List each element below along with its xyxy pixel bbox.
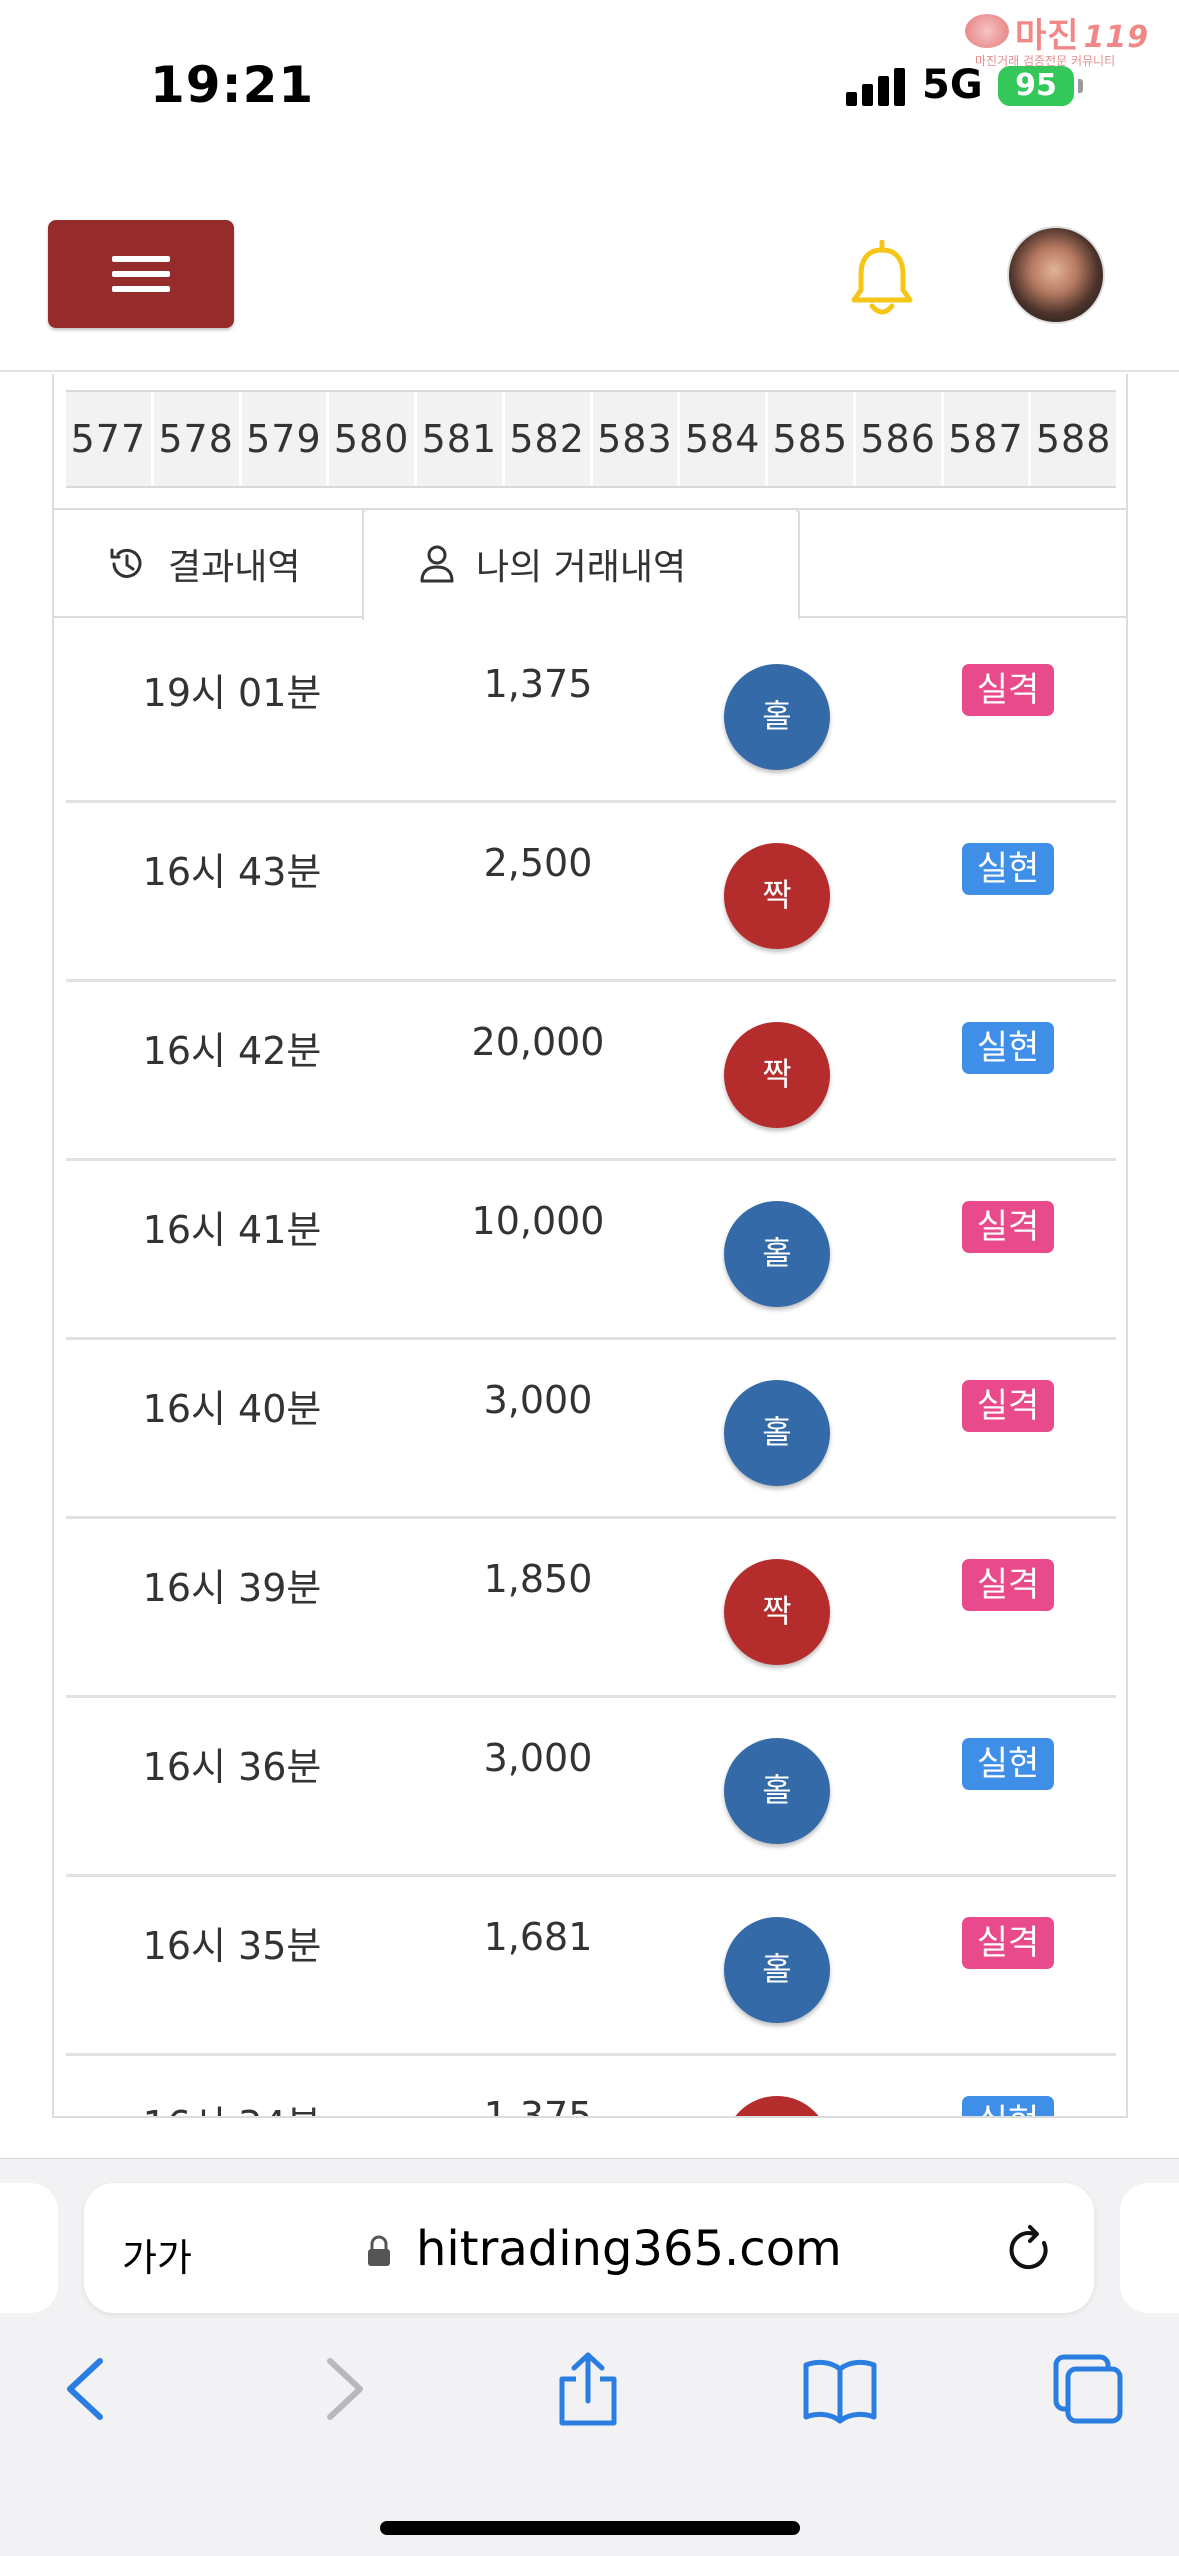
trade-amount: 1,375 bbox=[483, 662, 593, 706]
reload-icon[interactable] bbox=[1004, 2223, 1056, 2279]
result-badge: 실격 bbox=[962, 1201, 1054, 1253]
previous-tab-preview[interactable] bbox=[0, 2183, 58, 2313]
round-number[interactable]: 581 bbox=[417, 392, 505, 486]
pick-ball: 짝 bbox=[724, 1559, 830, 1665]
watermark-emblem-icon bbox=[965, 14, 1009, 48]
round-number[interactable]: 577 bbox=[66, 392, 154, 486]
watermark-logo: 마진 119 마진거래 검증전문 커뮤니티 bbox=[935, 8, 1170, 70]
trade-row: 16시 42분 20,000 짝 실현 bbox=[66, 982, 1116, 1161]
trade-amount: 20,000 bbox=[471, 1020, 605, 1064]
trade-row: 16시 39분 1,850 짝 실격 bbox=[66, 1519, 1116, 1698]
trade-row: 16시 40분 3,000 홀 실격 bbox=[66, 1340, 1116, 1519]
result-badge: 실격 bbox=[962, 1380, 1054, 1432]
url-text[interactable]: hitrading365.com bbox=[416, 2221, 842, 2277]
battery-icon: 95 bbox=[998, 66, 1074, 106]
trade-time: 16시 36분 bbox=[142, 1745, 322, 1789]
back-icon[interactable] bbox=[48, 2349, 128, 2429]
round-number[interactable]: 586 bbox=[856, 392, 944, 486]
trade-list: 19시 01분 1,375 홀 실격 16시 43분 2,500 짝 실현 16시 42분 20,… bbox=[66, 624, 1116, 2118]
trade-time: 16시 43분 bbox=[142, 850, 322, 894]
hamburger-icon bbox=[112, 256, 170, 262]
trade-time: 19시 01분 bbox=[142, 671, 322, 715]
lock-icon bbox=[368, 2235, 390, 2266]
watermark-subtitle: 마진거래 검증전문 커뮤니티 bbox=[975, 54, 1116, 68]
browser-toolbar: 가가 hitrading365.com bbox=[0, 2158, 1179, 2556]
pick-ball: 짝 bbox=[724, 843, 830, 949]
round-number[interactable]: 584 bbox=[680, 392, 768, 486]
trade-card: 577 578 579 580 581 582 583 584 585 586 … bbox=[52, 374, 1128, 2118]
round-number[interactable]: 578 bbox=[154, 392, 242, 486]
pick-ball: 짝 bbox=[724, 2096, 830, 2116]
user-icon bbox=[420, 545, 454, 583]
browser-nav-row bbox=[0, 2349, 1179, 2459]
app-header bbox=[0, 160, 1179, 372]
result-badge: 실현 bbox=[962, 1738, 1054, 1790]
result-badge: 실격 bbox=[962, 1917, 1054, 1969]
trade-time: 16시 35분 bbox=[142, 1924, 322, 1968]
trade-row: 16시 35분 1,681 홀 실격 bbox=[66, 1877, 1116, 2056]
trade-row: 16시 34분 1,375 짝 실현 bbox=[66, 2056, 1116, 2118]
trade-row: 16시 36분 3,000 홀 실현 bbox=[66, 1698, 1116, 1877]
round-number[interactable]: 580 bbox=[329, 392, 417, 486]
history-icon bbox=[110, 548, 142, 578]
status-time: 19:21 bbox=[150, 56, 315, 114]
trade-time: 16시 39분 bbox=[142, 1566, 322, 1610]
pick-ball: 홀 bbox=[724, 1917, 830, 2023]
result-badge: 실현 bbox=[962, 2096, 1054, 2116]
avatar[interactable] bbox=[1007, 226, 1105, 324]
cellular-signal-icon bbox=[846, 66, 906, 106]
pick-ball: 홀 bbox=[724, 1738, 830, 1844]
bell-icon[interactable] bbox=[848, 239, 916, 320]
trade-amount: 1,681 bbox=[483, 1915, 593, 1959]
screen: 19:21 5G 95 마진 119 마진거래 검증전문 커뮤니티 577 57… bbox=[0, 0, 1179, 2556]
share-icon[interactable] bbox=[548, 2349, 628, 2429]
tabs-icon[interactable] bbox=[1048, 2349, 1128, 2429]
tab-results-label: 결과내역 bbox=[168, 547, 301, 588]
address-bar[interactable]: 가가 hitrading365.com bbox=[84, 2183, 1094, 2313]
tab-my-trades[interactable]: 나의 거래내역 bbox=[364, 508, 800, 620]
watermark-brand: 119 bbox=[1083, 20, 1150, 55]
tab-results[interactable]: 결과내역 bbox=[54, 508, 364, 620]
pick-ball: 홀 bbox=[724, 664, 830, 770]
trade-time: 16시 40분 bbox=[142, 1387, 322, 1431]
round-number[interactable]: 585 bbox=[768, 392, 856, 486]
battery-level: 95 bbox=[1015, 68, 1057, 103]
battery-cap bbox=[1078, 79, 1083, 93]
history-tabs: 결과내역 나의 거래내역 bbox=[54, 508, 1126, 620]
trade-time: 16시 42분 bbox=[142, 1029, 322, 1073]
trade-amount: 3,000 bbox=[483, 1378, 593, 1422]
round-number[interactable]: 583 bbox=[593, 392, 681, 486]
result-badge: 실현 bbox=[962, 843, 1054, 895]
trade-amount: 3,000 bbox=[483, 1736, 593, 1780]
result-badge: 실격 bbox=[962, 664, 1054, 716]
trade-time: 16시 34분 bbox=[66, 2094, 398, 2116]
result-badge: 실격 bbox=[962, 1559, 1054, 1611]
trade-row: 19시 01분 1,375 홀 실격 bbox=[66, 624, 1116, 803]
round-number[interactable]: 588 bbox=[1031, 392, 1116, 486]
result-badge: 실현 bbox=[962, 1022, 1054, 1074]
forward-icon[interactable] bbox=[302, 2349, 382, 2429]
trade-time: 16시 41분 bbox=[142, 1208, 322, 1252]
round-number[interactable]: 587 bbox=[944, 392, 1032, 486]
pick-ball: 홀 bbox=[724, 1380, 830, 1486]
round-number[interactable]: 579 bbox=[242, 392, 330, 486]
next-tab-preview[interactable] bbox=[1120, 2183, 1179, 2313]
round-number[interactable]: 582 bbox=[505, 392, 593, 486]
trade-row: 16시 41분 10,000 홀 실격 bbox=[66, 1161, 1116, 1340]
tab-my-trades-label: 나의 거래내역 bbox=[476, 547, 687, 588]
trade-amount: 1,375 bbox=[483, 2094, 593, 2118]
text-size-button[interactable]: 가가 bbox=[122, 2227, 192, 2282]
trade-amount: 2,500 bbox=[483, 841, 593, 885]
watermark-title: 마진 bbox=[1015, 16, 1080, 56]
round-number-row: 577 578 579 580 581 582 583 584 585 586 … bbox=[66, 390, 1116, 488]
menu-button[interactable] bbox=[48, 220, 234, 328]
trade-amount: 1,850 bbox=[483, 1557, 593, 1601]
trade-amount: 10,000 bbox=[471, 1199, 605, 1243]
pick-ball: 홀 bbox=[724, 1201, 830, 1307]
trade-row: 16시 43분 2,500 짝 실현 bbox=[66, 803, 1116, 982]
home-indicator[interactable] bbox=[380, 2521, 800, 2535]
bookmarks-icon[interactable] bbox=[800, 2349, 880, 2429]
status-bar: 19:21 5G 95 마진 119 마진거래 검증전문 커뮤니티 bbox=[0, 0, 1179, 160]
pick-ball: 짝 bbox=[724, 1022, 830, 1128]
